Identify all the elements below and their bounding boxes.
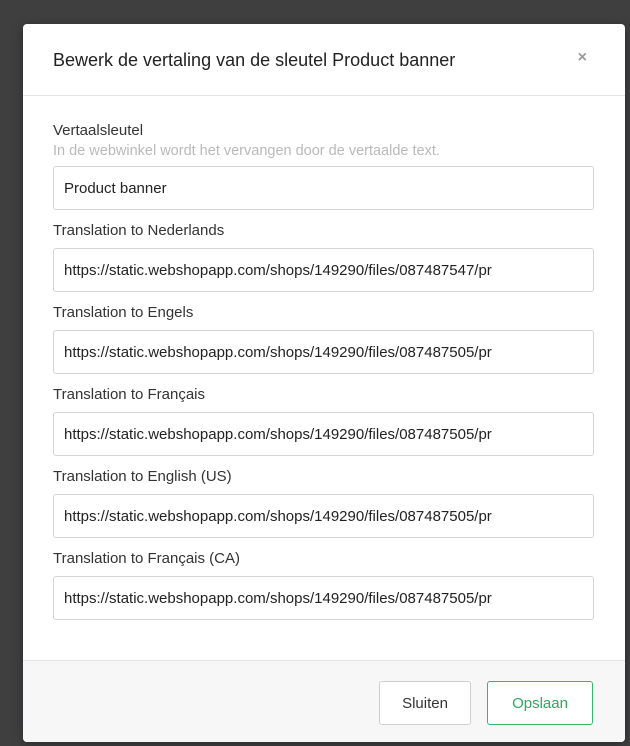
translation-group-en-us: Translation to English (US) [53, 468, 594, 538]
translation-group-nl: Translation to Nederlands [53, 222, 594, 292]
modal-footer: Sluiten Opslaan [23, 660, 625, 742]
modal-body: Vertaalsleutel In de webwinkel wordt het… [53, 122, 594, 632]
translation-label-fr: Translation to Français [53, 386, 206, 403]
translation-input-en[interactable] [53, 330, 594, 374]
translation-input-fr[interactable] [53, 412, 594, 456]
edit-translation-modal: Bewerk de vertaling van de sleutel Produ… [23, 24, 625, 742]
key-field-label: Vertaalsleutel [53, 122, 144, 139]
close-icon[interactable]: × [578, 50, 587, 66]
translation-label-en: Translation to Engels [53, 304, 194, 321]
translation-group-fr: Translation to Français [53, 386, 594, 456]
translation-group-fr-ca: Translation to Français (CA) [53, 550, 594, 620]
translation-label-fr-ca: Translation to Français (CA) [53, 550, 241, 567]
key-field-input[interactable] [53, 166, 594, 210]
modal-title: Bewerk de vertaling van de sleutel Produ… [53, 50, 456, 70]
save-button[interactable]: Opslaan [487, 681, 593, 725]
close-button[interactable]: Sluiten [379, 681, 471, 725]
translation-input-nl[interactable] [53, 248, 594, 292]
translation-label-nl: Translation to Nederlands [53, 222, 225, 239]
translation-group-en: Translation to Engels [53, 304, 594, 374]
translation-input-en-us[interactable] [53, 494, 594, 538]
key-field-help: In de webwinkel wordt het vervangen door… [53, 143, 440, 159]
key-field-group: Vertaalsleutel In de webwinkel wordt het… [53, 122, 594, 210]
translation-label-en-us: Translation to English (US) [53, 468, 232, 485]
translation-input-fr-ca[interactable] [53, 576, 594, 620]
modal-header: Bewerk de vertaling van de sleutel Produ… [23, 24, 625, 96]
